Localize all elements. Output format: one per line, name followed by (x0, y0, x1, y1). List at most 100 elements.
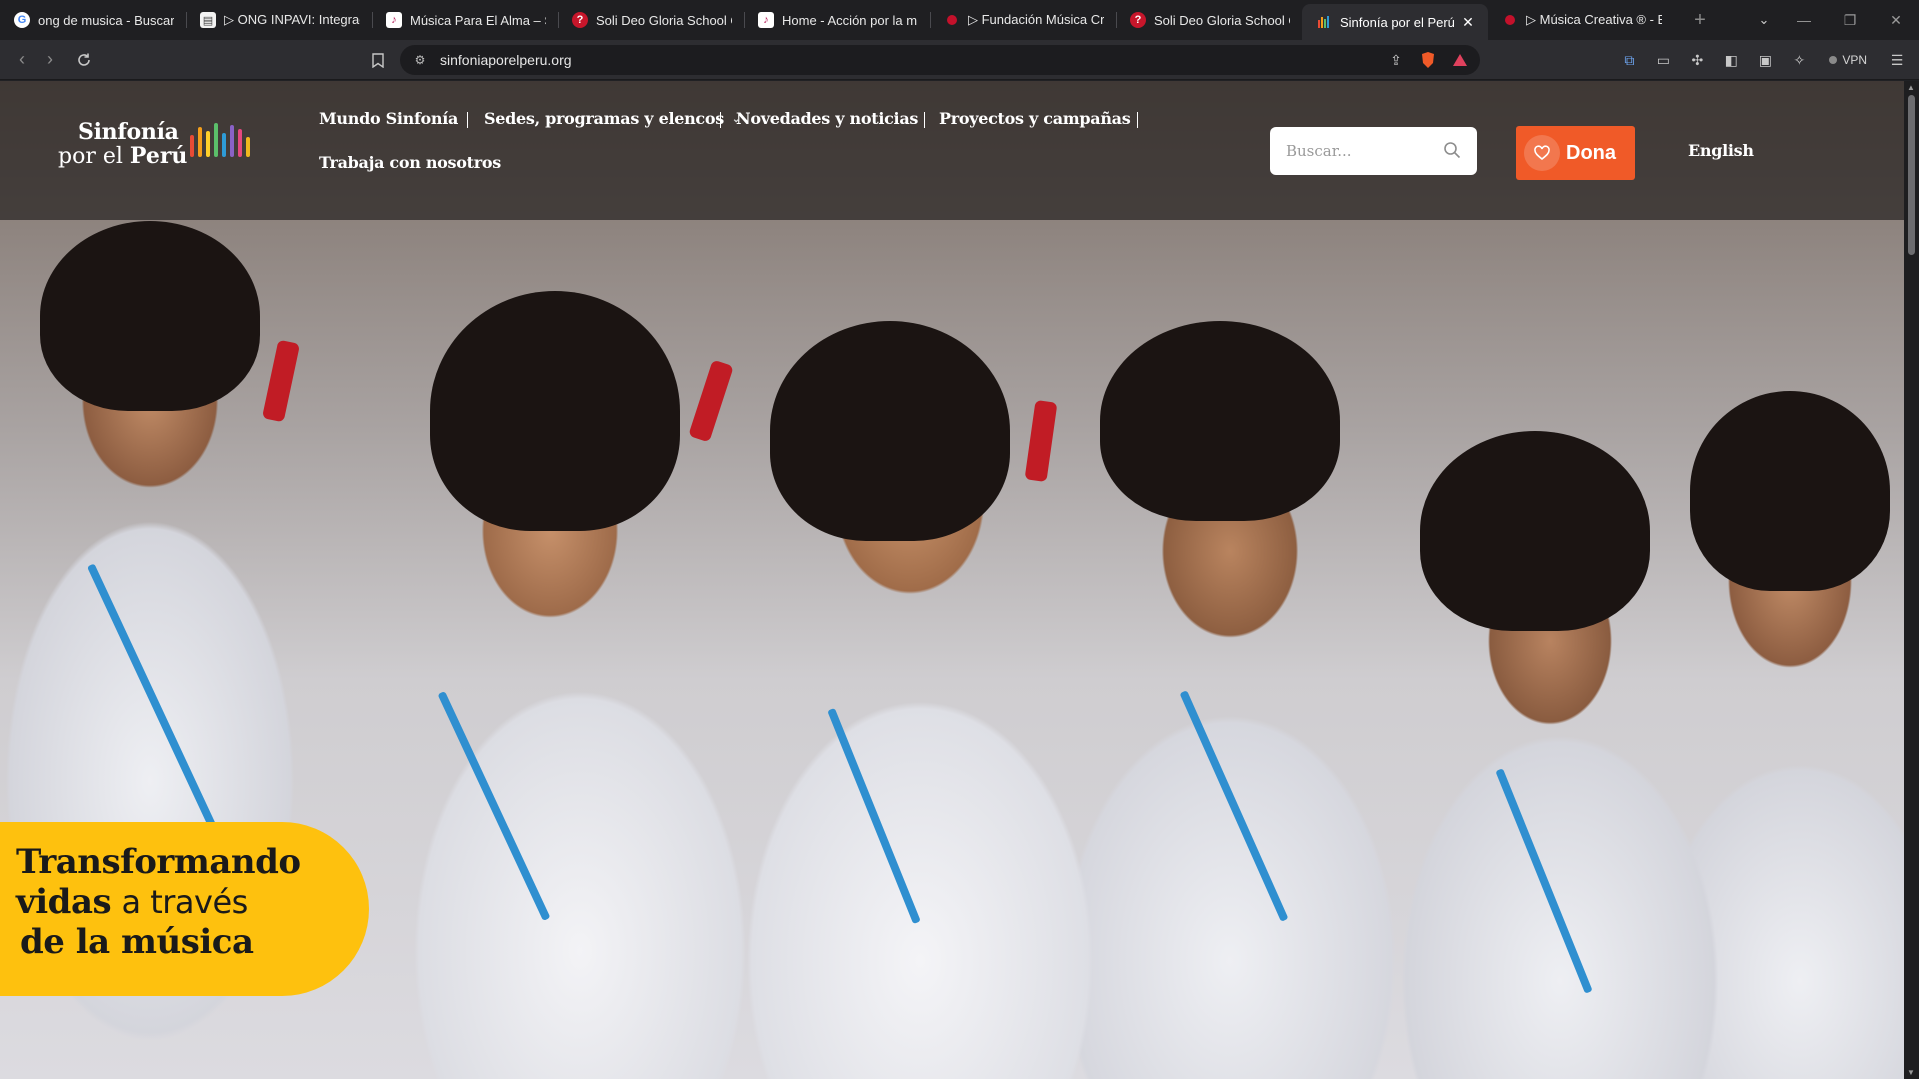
nav-novedades[interactable]: Novedades y noticias (736, 109, 918, 128)
logo-bar (238, 129, 242, 157)
close-window-icon[interactable]: ✕ (1873, 0, 1919, 40)
leo-ai-icon[interactable]: ✧ (1789, 50, 1809, 70)
url-text: sinfoniaporelperu.org (440, 52, 572, 68)
site-logo[interactable]: Sinfonía por el Perú (58, 119, 258, 189)
new-tab-button[interactable]: + (1688, 8, 1712, 32)
donate-button[interactable]: Dona (1516, 126, 1635, 180)
tab-title: Soli Deo Gloria School Of (1154, 12, 1290, 28)
restore-icon[interactable]: ❐ (1827, 0, 1873, 40)
back-icon[interactable]: ‹ (8, 46, 36, 74)
browser-tab[interactable]: ? Soli Deo Gloria School Of (558, 0, 744, 40)
brave-shields-icon[interactable] (1418, 50, 1438, 70)
tab-title: Música Para El Alma – Sol (410, 12, 546, 28)
hero-tagline-badge: Transformando vidas a través de la músic… (0, 822, 369, 996)
tab-title: Home - Acción por la mú (782, 12, 918, 28)
site-info-icon[interactable]: ⚙ (412, 52, 428, 68)
browser-tab-strip: Gong de musica - Buscar co ▤ ▷ ONG INPAVI:… (0, 0, 1919, 40)
sdg-icon: ? (572, 12, 588, 28)
tab-list: Gong de musica - Buscar co ▤ ▷ ONG INPAVI:… (0, 0, 1674, 40)
nav-separator (924, 112, 925, 128)
photo-detail (1024, 399, 1058, 483)
tab-close-icon[interactable]: ✕ (1460, 14, 1476, 30)
browser-tab[interactable]: ♪ Home - Acción por la mú (744, 0, 930, 40)
scroll-down-icon[interactable]: ▼ (1907, 1068, 1915, 1077)
logo-bar (190, 135, 194, 157)
photo-detail (770, 321, 1010, 541)
page-icon: ▤ (200, 12, 216, 28)
address-bar-actions: ⇪ (1386, 50, 1470, 70)
tab-title: ▷ Fundación Música Crea (968, 12, 1104, 27)
browser-tab[interactable]: ? Soli Deo Gloria School Of (1116, 0, 1302, 40)
photo-detail (86, 563, 222, 839)
tab-title: Sinfonía por el Perú | (1340, 14, 1454, 30)
photo-detail (430, 291, 680, 531)
google-icon: G (14, 12, 30, 28)
logo-bar (222, 133, 226, 157)
nav-separator (720, 112, 721, 128)
photo-detail (1100, 321, 1340, 521)
nav-proyectos[interactable]: Proyectos y campañas (939, 109, 1131, 128)
scroll-up-icon[interactable]: ▲ (1907, 83, 1915, 92)
sidebar-icon[interactable]: ◧ (1721, 50, 1741, 70)
menu-icon[interactable]: ☰ (1887, 50, 1907, 70)
wallet-icon[interactable]: ▣ (1755, 50, 1775, 70)
minimize-icon[interactable]: — (1781, 0, 1827, 40)
photo-detail (1420, 431, 1650, 631)
logo-bars-icon (190, 123, 250, 157)
reader-mode-icon[interactable]: ▭ (1653, 50, 1673, 70)
browser-tab[interactable]: ▤ ▷ ONG INPAVI: Integració (186, 0, 372, 40)
language-switch-link[interactable]: English (1688, 141, 1754, 160)
extensions-icon[interactable]: ✣ (1687, 50, 1707, 70)
sdg-icon: ? (1130, 12, 1146, 28)
browser-toolbar: ‹ › ⚙ sinfoniaporelperu.org ⇪ ⧉ ▭ ✣ ◧ ▣ … (0, 40, 1919, 80)
photo-detail (1495, 768, 1593, 994)
vpn-label: VPN (1842, 53, 1867, 67)
red-dot-icon (1502, 12, 1518, 28)
nav-trabaja[interactable]: Trabaja con nosotros (319, 153, 501, 172)
nav-sedes-programas[interactable]: Sedes, programas y elencos ⌄ (484, 109, 740, 128)
page-scrollbar[interactable]: ▲ ▼ (1904, 81, 1919, 1079)
tab-title: ▷ ONG INPAVI: Integració (224, 12, 360, 27)
browser-tab[interactable]: Sinfonía por el Perú | ✕ (1302, 4, 1488, 40)
nav-separator (467, 112, 468, 128)
browser-tab[interactable]: ♪ Música Para El Alma – Sol (372, 0, 558, 40)
photo-detail (261, 339, 301, 423)
vpn-status-icon (1829, 56, 1838, 64)
scroll-thumb[interactable] (1908, 95, 1915, 255)
address-bar[interactable]: ⚙ sinfoniaporelperu.org ⇪ (400, 45, 1480, 75)
browser-tab[interactable]: ▷ Fundación Música Crea (930, 0, 1116, 40)
photo-detail (1179, 690, 1289, 922)
search-input[interactable] (1286, 142, 1426, 160)
reload-icon[interactable] (70, 46, 98, 74)
share-icon[interactable]: ⇪ (1386, 50, 1406, 70)
brave-rewards-icon[interactable] (1450, 50, 1470, 70)
forward-icon[interactable]: › (36, 46, 64, 74)
nav-mundo-sinfonia[interactable]: Mundo Sinfonía (319, 109, 458, 128)
heart-hand-icon (1524, 135, 1560, 171)
browser-tab[interactable]: ▷ Música Creativa ® - Esc (1488, 0, 1674, 40)
web-page: Sinfonía por el Perú Mundo Sinfonía Sede… (0, 81, 1904, 1079)
photo-detail (1690, 391, 1890, 591)
tab-search-icon[interactable]: ⌄ (1752, 8, 1776, 32)
logo-bar (206, 131, 210, 157)
photo-detail (40, 221, 260, 411)
vpn-button[interactable]: VPN (1823, 50, 1873, 70)
bars-icon (1316, 14, 1332, 30)
hero-line-1: Transformando (16, 842, 301, 882)
site-header: Sinfonía por el Perú Mundo Sinfonía Sede… (0, 81, 1904, 220)
tab-title: Soli Deo Gloria School Of (596, 12, 732, 28)
hero-line-3: de la música (20, 922, 254, 962)
bookmark-icon[interactable] (368, 50, 388, 70)
red-dot-icon (944, 12, 960, 28)
browser-tab[interactable]: Gong de musica - Buscar co (0, 0, 186, 40)
logo-bar (198, 127, 202, 157)
note-icon: ♪ (758, 12, 774, 28)
logo-bar (246, 137, 250, 157)
note-icon: ♪ (386, 12, 402, 28)
photo-detail (437, 691, 551, 921)
search-icon[interactable] (1443, 141, 1461, 159)
logo-bar (230, 125, 234, 157)
photo-detail (827, 707, 921, 925)
hero-line-2: vidas a través (16, 882, 248, 922)
translate-icon[interactable]: ⧉ (1619, 50, 1639, 70)
